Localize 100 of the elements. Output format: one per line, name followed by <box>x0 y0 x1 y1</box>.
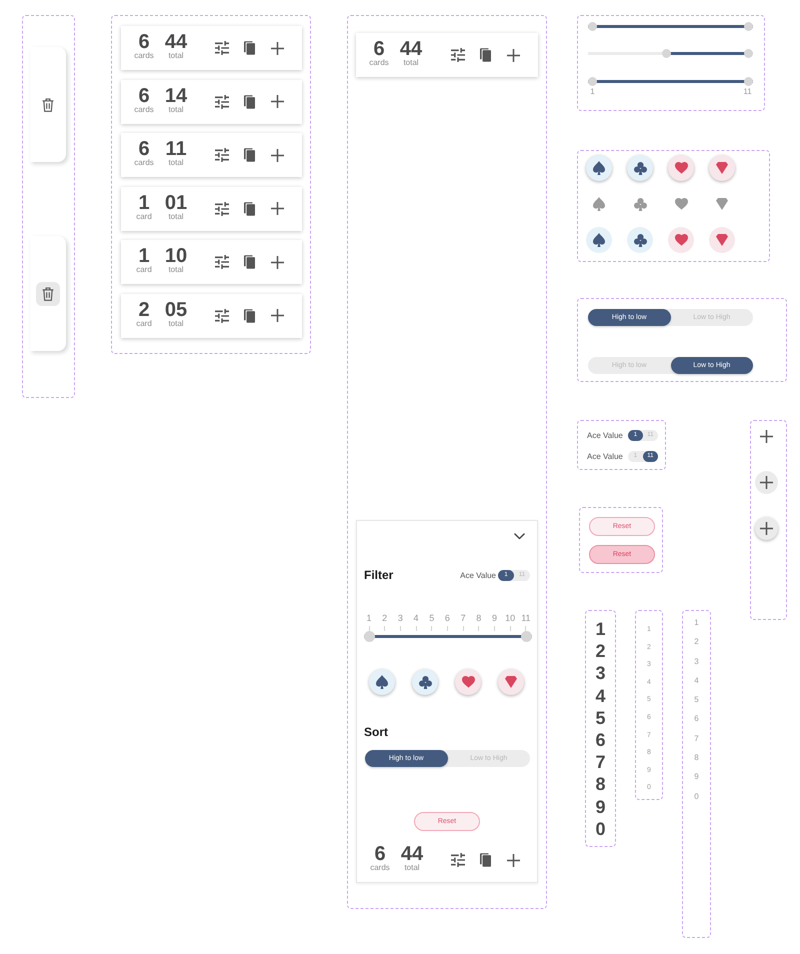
sliders-icon[interactable] <box>214 148 228 162</box>
count-label: cards <box>134 158 154 168</box>
sliders-icon[interactable] <box>214 94 228 109</box>
digit-label: 6 <box>595 729 606 752</box>
total-value: 14 <box>164 88 188 104</box>
heart-filter-button[interactable] <box>455 669 481 695</box>
tick-label: 9 <box>490 612 498 624</box>
sliders-icon[interactable] <box>214 255 228 270</box>
spade-icon <box>593 196 605 212</box>
tick-label: 6 <box>444 612 451 624</box>
club-icon <box>634 234 646 246</box>
digit-label: 5 <box>595 706 606 730</box>
sliders-icon[interactable] <box>450 853 464 867</box>
diamond-filter-button[interactable] <box>498 669 524 695</box>
tick-mark <box>478 626 480 631</box>
diamond-filter-button[interactable] <box>709 227 735 253</box>
range-slider[interactable] <box>588 22 752 30</box>
sliders-icon[interactable] <box>450 48 464 62</box>
trash-icon <box>42 98 54 112</box>
count-label: card <box>136 318 152 329</box>
slider-thumb[interactable] <box>744 49 752 58</box>
slider-thumb[interactable] <box>588 22 596 30</box>
heart-filter-button[interactable] <box>668 155 694 181</box>
slider-thumb[interactable] <box>744 22 752 30</box>
heart-filter-button[interactable] <box>668 227 694 253</box>
card-count: 2 <box>138 302 150 318</box>
count-label: card <box>136 265 152 276</box>
cards-icon[interactable] <box>244 41 255 55</box>
tick-label: 8 <box>475 612 482 624</box>
digit-label: 1 <box>595 618 606 640</box>
club-icon <box>634 198 646 210</box>
cards-icon[interactable] <box>244 202 255 216</box>
plus-icon[interactable] <box>271 309 284 322</box>
chevron-down-icon[interactable] <box>514 533 525 540</box>
digit-label: 8 <box>694 752 699 764</box>
plus-icon[interactable] <box>271 202 284 216</box>
cards-icon[interactable] <box>244 255 255 270</box>
slider-end-label: 11 <box>742 86 752 96</box>
digit-label: 3 <box>595 662 606 685</box>
heart-icon <box>674 162 688 174</box>
total-value: 44 <box>400 847 424 862</box>
tick-label: 3 <box>396 612 404 624</box>
diamond-filter-button[interactable] <box>709 155 735 181</box>
cards-icon[interactable] <box>480 48 491 62</box>
sliders-icon[interactable] <box>214 308 228 323</box>
tick-mark <box>400 626 401 631</box>
plus-icon[interactable] <box>271 148 284 162</box>
add-button[interactable] <box>760 430 773 442</box>
card-count: 6 <box>373 42 385 57</box>
digit-label: 2 <box>595 640 606 662</box>
heart-icon <box>462 676 474 688</box>
total-value: 10 <box>164 249 188 264</box>
slider-thumb[interactable] <box>588 76 596 86</box>
spade-icon <box>376 674 388 690</box>
total-value: 01 <box>164 196 188 211</box>
sliders-icon[interactable] <box>214 41 228 55</box>
delete-button[interactable] <box>36 282 60 306</box>
count-label: cards <box>369 58 389 68</box>
add-button[interactable] <box>755 470 778 494</box>
slider-thumb[interactable] <box>520 631 532 642</box>
digit-label: 7 <box>694 732 699 745</box>
digit-label: 6 <box>694 713 699 726</box>
digit-label: 7 <box>595 751 606 774</box>
digit-label: 8 <box>595 773 606 796</box>
cards-icon[interactable] <box>244 148 255 162</box>
range-slider[interactable] <box>588 49 752 58</box>
tick-mark <box>368 626 370 631</box>
spade-filter-button[interactable] <box>586 227 612 253</box>
plus-icon <box>760 430 773 442</box>
tick-mark <box>494 626 495 631</box>
club-filter-button[interactable] <box>627 155 653 181</box>
total-value: 11 <box>165 142 187 158</box>
cards-icon[interactable] <box>244 308 255 323</box>
digit-label: 0 <box>595 818 606 840</box>
plus-icon[interactable] <box>507 48 520 62</box>
digit-label: 3 <box>694 656 699 668</box>
tick-mark <box>462 626 464 631</box>
club-filter-button[interactable] <box>412 669 438 695</box>
tick-label: 2 <box>381 612 388 624</box>
cards-icon[interactable] <box>480 853 491 867</box>
tick-label: 1 <box>365 612 372 624</box>
delete-button[interactable] <box>42 98 54 112</box>
cards-icon[interactable] <box>244 94 255 109</box>
plus-icon[interactable] <box>271 95 284 108</box>
add-button[interactable] <box>755 516 778 540</box>
plus-icon[interactable] <box>507 854 520 866</box>
spade-filter-button[interactable] <box>586 155 612 181</box>
tick-mark <box>416 626 417 631</box>
range-slider[interactable] <box>364 631 532 642</box>
club-filter-button[interactable] <box>627 227 653 253</box>
slider-thumb[interactable] <box>364 631 374 642</box>
digit-label: 1 <box>694 617 699 629</box>
spade-filter-button[interactable] <box>369 669 395 695</box>
plus-icon <box>760 522 773 534</box>
sliders-icon[interactable] <box>214 202 228 216</box>
slider-thumb[interactable] <box>744 76 752 86</box>
plus-icon[interactable] <box>271 42 284 54</box>
plus-icon[interactable] <box>271 256 284 269</box>
range-slider[interactable] <box>588 76 752 86</box>
slider-thumb[interactable] <box>662 49 672 58</box>
